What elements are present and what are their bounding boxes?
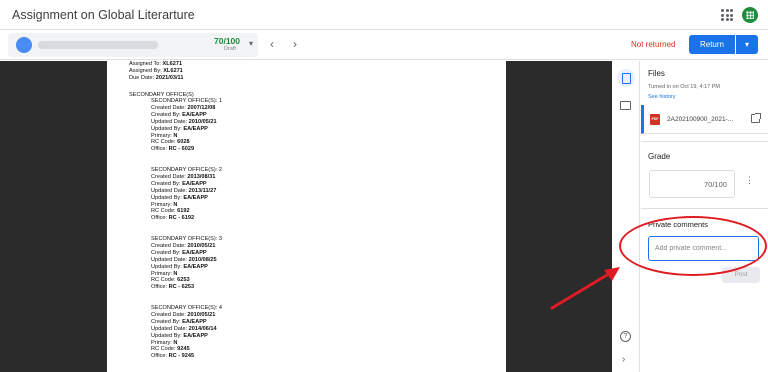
apps-grid-icon[interactable] (721, 9, 733, 21)
expand-panel-icon[interactable]: › (622, 354, 625, 365)
return-options-button[interactable]: ▾ (736, 35, 758, 54)
previous-student-icon[interactable]: ‹ (270, 37, 274, 51)
office-block: SECONDARY OFFICE(S): 1 Created Date: 200… (151, 98, 222, 153)
avatar (16, 37, 32, 53)
open-in-new-icon[interactable] (751, 113, 761, 123)
comment-tab-icon[interactable] (620, 101, 631, 110)
office-block: SECONDARY OFFICE(S): 3 Created Date: 201… (151, 236, 222, 291)
turned-in-timestamp: Turned in on Oct 19, 4:17 PM (648, 84, 720, 90)
viewer-margin-left (0, 61, 107, 372)
viewer-margin-right (506, 61, 612, 372)
student-name-redacted (38, 41, 158, 49)
more-vert-icon[interactable]: ⋮ (745, 176, 754, 185)
office-block: SECONDARY OFFICE(S): 4 Created Date: 201… (151, 305, 222, 360)
help-icon[interactable]: ? (620, 331, 631, 342)
see-history-link[interactable]: See history (648, 94, 676, 100)
divider (641, 141, 768, 142)
status-text: Not returned (631, 40, 676, 49)
classroom-logo-icon[interactable] (742, 7, 758, 23)
app-bar: Assignment on Global Literarture (0, 0, 768, 30)
pdf-file-icon: PDF (650, 114, 660, 125)
document-page[interactable]: Assigned To: XL6271 Assigned By: XL6271 … (107, 61, 506, 372)
grade-value[interactable]: 70/100 (704, 180, 727, 189)
document-header: Assigned To: XL6271 Assigned By: XL6271 … (129, 61, 184, 81)
grade-heading: Grade (648, 152, 671, 161)
grading-toolbar: 70/100 Draft ▾ ‹ › Not returned Return ▾ (0, 30, 768, 60)
student-selector[interactable]: 70/100 Draft ▾ (8, 33, 258, 57)
divider (641, 208, 768, 209)
file-name[interactable]: 2A202100900_2021-... (667, 116, 733, 123)
annotation-arrow-icon (550, 267, 620, 310)
return-button[interactable]: Return (689, 35, 735, 54)
student-grade: 70/100 (214, 36, 240, 46)
files-tab-icon[interactable] (617, 69, 635, 87)
assignment-title: Assignment on Global Literarture (12, 8, 195, 22)
annotation-ellipse (619, 216, 767, 276)
next-student-icon[interactable]: › (293, 37, 297, 51)
office-block: SECONDARY OFFICE(S): 2 Created Date: 201… (151, 167, 222, 222)
files-heading: Files (648, 69, 665, 78)
chevron-down-icon[interactable]: ▾ (249, 39, 253, 48)
student-grade-state: Draft (224, 46, 236, 52)
